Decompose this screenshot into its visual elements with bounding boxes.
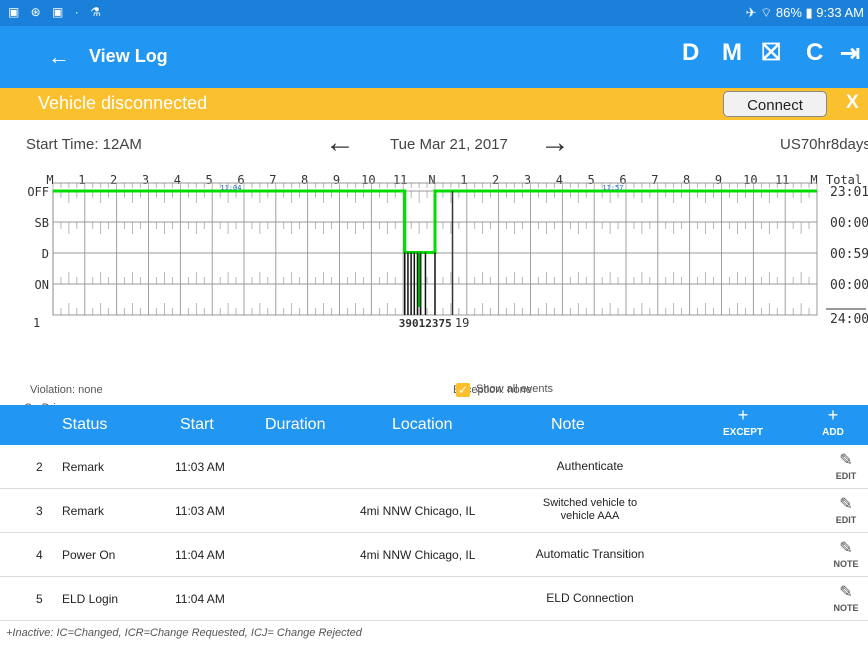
add-event-button[interactable]: + ADD bbox=[808, 406, 858, 440]
hour-label: M bbox=[810, 173, 817, 187]
row-label: OFF bbox=[27, 185, 49, 199]
row-location: 4mi NNW Chicago, IL bbox=[360, 504, 476, 518]
row-start: 11:03 AM bbox=[175, 504, 225, 518]
pencil-icon: ✎ bbox=[839, 452, 853, 469]
row-total: 00:00 bbox=[830, 278, 868, 293]
hour-label: 9 bbox=[333, 173, 340, 187]
except-label: EXCEPT bbox=[722, 427, 763, 438]
vehicle-status-banner: Vehicle disconnected Connect X bbox=[0, 88, 868, 120]
hour-label: 7 bbox=[651, 173, 658, 187]
table-row[interactable]: 2 Remark 11:03 AM Authenticate ✎ EDIT bbox=[0, 445, 868, 489]
connect-button[interactable]: Connect bbox=[723, 91, 827, 117]
duty-status-graph: M 1 2 3 4 5 6 7 8 9 10 11 N 1 2 3 4 5 6 7 8 9 10 11 M TotalOFF 23:… bbox=[27, 173, 868, 330]
refresh-icon[interactable]: C bbox=[806, 39, 823, 67]
log-date: Tue Mar 21, 2017 bbox=[390, 136, 508, 153]
hour-label: 1 bbox=[78, 173, 85, 187]
row-location: 4mi NNW Chicago, IL bbox=[360, 548, 476, 562]
row-note: ELD Connection bbox=[546, 591, 634, 605]
hour-label: 4 bbox=[556, 173, 563, 187]
add-exception-button[interactable]: + EXCEPT bbox=[718, 406, 768, 440]
row-note: Switched vehicle to vehicle AAA bbox=[542, 497, 638, 522]
close-banner-icon[interactable]: X bbox=[846, 92, 859, 114]
row-start: 11:03 AM bbox=[175, 460, 225, 474]
hour-label: 8 bbox=[683, 173, 690, 187]
show-all-events-checkbox[interactable]: ✓ bbox=[456, 383, 470, 397]
hour-label: 2 bbox=[492, 173, 499, 187]
hour-label: 5 bbox=[588, 173, 595, 187]
daily-log-button[interactable]: D bbox=[682, 39, 699, 67]
system-status-bar: ▣ ⊛ ▣ · ⚗ ✈ ⌔ 86% ▮ 9:33 AM bbox=[0, 0, 868, 26]
row-label: SB bbox=[35, 216, 49, 230]
row-number: 2 bbox=[36, 460, 43, 474]
hour-label: 1 bbox=[460, 173, 467, 187]
row-status: Remark bbox=[62, 460, 105, 474]
row-start: 11:04 AM bbox=[175, 592, 225, 606]
export-icon[interactable]: ⛝ bbox=[762, 39, 780, 67]
row-note: Automatic Transition bbox=[535, 547, 645, 561]
back-arrow-icon[interactable]: ← bbox=[48, 44, 70, 70]
pencil-icon: ✎ bbox=[839, 496, 853, 513]
row-number: 5 bbox=[36, 592, 43, 606]
start-time-label: Start Time: 12AM bbox=[26, 136, 142, 153]
hour-label: 9 bbox=[715, 173, 722, 187]
bottom-center-label: 39012375 bbox=[399, 317, 452, 330]
table-row[interactable]: 4 Power On 11:04 AM 4mi NNW Chicago, IL … bbox=[0, 533, 868, 577]
hour-label: N bbox=[428, 173, 435, 187]
system-status-info: ✈ ⌔ 86% ▮ 9:33 AM bbox=[745, 5, 864, 20]
previous-day-arrow-icon[interactable]: ← bbox=[325, 126, 355, 160]
row-status: Power On bbox=[62, 548, 116, 562]
header-status: Status bbox=[62, 416, 108, 433]
pencil-icon: ✎ bbox=[839, 584, 853, 601]
add-label: ADD bbox=[822, 427, 844, 438]
notification-icons: ▣ ⊛ ▣ · ⚗ bbox=[8, 5, 105, 19]
table-row[interactable]: 5 ELD Login 11:04 AM ELD Connection ✎ NOT… bbox=[0, 577, 868, 621]
bottom-left-label: 1 bbox=[33, 316, 40, 330]
logout-icon[interactable]: ⇥ bbox=[840, 39, 860, 68]
show-all-events-label: Show all events bbox=[476, 383, 554, 395]
row-total: 00:59 bbox=[830, 247, 868, 262]
monthly-log-button[interactable]: M bbox=[722, 39, 742, 67]
row-note: Authenticate bbox=[556, 459, 624, 473]
row-status: ELD Login bbox=[62, 592, 119, 606]
hour-label: 4 bbox=[174, 173, 181, 187]
violation-label: Violation: none bbox=[30, 384, 103, 396]
header-start: Start bbox=[180, 416, 214, 433]
table-row[interactable]: 3 Remark 11:03 AM 4mi NNW Chicago, IL Sw… bbox=[0, 489, 868, 533]
hour-label: 2 bbox=[110, 173, 117, 187]
row-label: ON bbox=[35, 278, 49, 292]
hour-label: 7 bbox=[269, 173, 276, 187]
banner-message: Vehicle disconnected bbox=[38, 93, 208, 113]
grand-total: 24:00 bbox=[830, 312, 868, 327]
edit-button[interactable]: ✎ EDIT bbox=[826, 452, 866, 482]
hour-label: 5 bbox=[206, 173, 213, 187]
row-start: 11:04 AM bbox=[175, 548, 225, 562]
row-status: Remark bbox=[62, 504, 105, 518]
hour-label: 8 bbox=[301, 173, 308, 187]
legend-footnote: +Inactive: IC=Changed, ICR=Change Reques… bbox=[6, 627, 362, 639]
app-bar: ← View Log D M ⛝ C ⇥ bbox=[0, 26, 868, 88]
log-date-bar: Start Time: 12AM ← Tue Mar 21, 2017 → US… bbox=[0, 120, 868, 168]
header-location: Location bbox=[392, 416, 453, 433]
row-total: 00:00 bbox=[830, 216, 868, 231]
row-number: 4 bbox=[36, 548, 43, 562]
next-day-arrow-icon[interactable]: → bbox=[540, 126, 570, 160]
time-marker: 11:57 bbox=[602, 184, 623, 192]
row-label: D bbox=[42, 247, 49, 261]
hour-label: 3 bbox=[524, 173, 531, 187]
time-marker: 11:04 bbox=[220, 184, 241, 192]
pencil-icon: ✎ bbox=[839, 540, 853, 557]
header-duration: Duration bbox=[265, 416, 326, 433]
row-total: 23:01 bbox=[830, 185, 868, 200]
events-table-header: Status Start Duration Location Note + EXC… bbox=[0, 405, 868, 445]
note-button[interactable]: ✎ NOTE bbox=[826, 584, 866, 614]
page-title: View Log bbox=[89, 46, 168, 66]
ruleset-label: US70hr8days bbox=[780, 136, 868, 153]
bottom-right-label: 19 bbox=[455, 316, 469, 330]
note-button[interactable]: ✎ NOTE bbox=[826, 540, 866, 570]
edit-button[interactable]: ✎ EDIT bbox=[826, 496, 866, 526]
header-note: Note bbox=[551, 416, 585, 433]
row-number: 3 bbox=[36, 504, 43, 518]
hour-label: 3 bbox=[142, 173, 149, 187]
